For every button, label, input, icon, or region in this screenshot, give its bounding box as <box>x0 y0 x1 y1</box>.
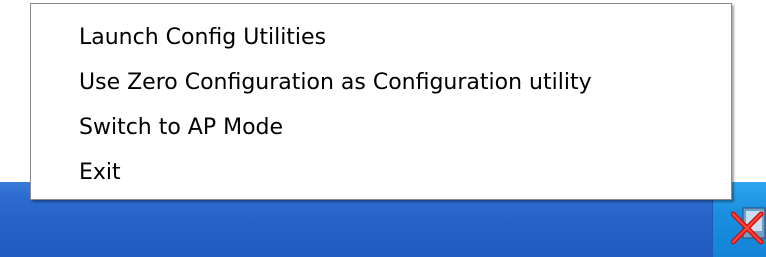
menu-item-switch-to-ap-mode[interactable]: Switch to AP Mode <box>79 108 283 148</box>
menu-item-use-zero-configuration[interactable]: Use Zero Configuration as Configuration … <box>79 63 592 103</box>
desktop: Launch Config Utilities Use Zero Configu… <box>0 0 766 257</box>
menu-item-exit[interactable]: Exit <box>79 153 121 193</box>
menu-item-launch-config-utilities[interactable]: Launch Config Utilities <box>79 18 326 58</box>
wireless-utility-icon[interactable] <box>730 202 766 246</box>
context-menu: Launch Config Utilities Use Zero Configu… <box>30 3 732 200</box>
